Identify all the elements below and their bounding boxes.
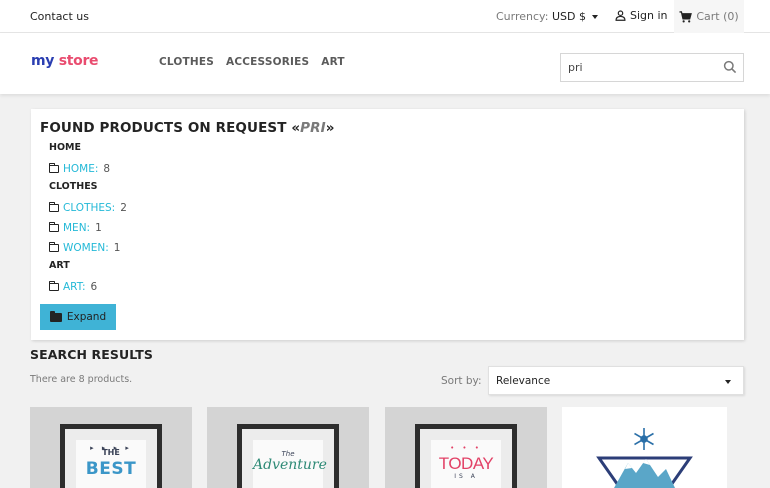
sort-value: Relevance [496,375,551,387]
main-nav: CLOTHES ACCESSORIES ART [159,56,345,68]
folder-icon [48,242,59,252]
top-bar: Contact us Currency: USD $ Sign in Cart … [0,0,770,33]
nav-item-accessories[interactable]: ACCESSORIES [226,56,309,68]
search-query: pri [568,61,583,74]
product-card[interactable]: ▸ ▸ ▸ ▸ THE BEST [30,407,192,488]
product-card[interactable]: • • • TODAY IS A [385,407,547,488]
category-group-art: ART [49,260,70,271]
poster-text-line2: IS A [454,473,478,480]
site-header: my store CLOTHES ACCESSORIES ART pri [0,33,770,94]
sort-select[interactable]: Relevance [488,366,744,395]
folder-icon [48,202,59,212]
poster-text-line2: BEST [85,459,137,479]
sort-by-label: Sort by: [441,375,482,387]
category-link[interactable]: ART: [63,279,86,295]
poster-art: The Adventure [253,440,327,488]
category-count: 6 [90,281,98,293]
category-count: 1 [95,222,102,234]
cart-label: Cart (0) [696,10,739,23]
currency-value: USD $ [551,10,586,23]
sign-in-link[interactable]: Sign in [615,9,668,22]
category-item[interactable]: ART: 6 [48,277,127,297]
caret-down-icon [592,15,599,19]
snowflake-icon [634,428,654,450]
contact-us-link[interactable]: Contact us [30,10,89,23]
category-link[interactable]: WOMEN: [63,240,109,256]
category-count: 1 [113,242,121,254]
product-card[interactable]: The Adventure [207,407,369,488]
category-link[interactable]: MEN: [63,220,90,236]
product-image[interactable]: The Adventure [237,424,339,488]
found-products-title: FOUND PRODUCTS ON REQUEST «PRI» [40,120,335,136]
category-item[interactable]: HOME: 8 [48,159,127,179]
mountain-snowflake-image[interactable] [562,407,727,488]
category-item[interactable]: CLOTHES: 2 [48,198,127,218]
currency-selector[interactable]: Currency: USD $ [496,10,599,23]
found-products-panel: FOUND PRODUCTS ON REQUEST «PRI» HOME HOM… [31,109,744,340]
category-item[interactable]: WOMEN: 1 [48,238,127,258]
logo-part-store: store [58,53,99,69]
folder-icon [49,310,62,322]
category-link[interactable]: HOME: [63,161,98,177]
frame-mat: • • • TODAY IS A [420,429,512,488]
search-icon[interactable] [723,60,737,74]
category-item[interactable]: MEN: 1 [48,218,127,238]
sign-in-label: Sign in [630,9,668,22]
caret-down-icon [725,380,731,384]
category-group-clothes: CLOTHES [49,181,98,192]
expand-label: Expand [66,311,107,323]
poster-text-line1: TODAY [438,454,494,473]
folder-icon [48,281,59,291]
product-image[interactable]: ▸ ▸ ▸ ▸ THE BEST [60,424,162,488]
user-icon [615,10,626,21]
product-card[interactable] [562,407,727,488]
category-link[interactable]: CLOTHES: [63,200,115,216]
search-input[interactable]: pri [560,53,744,82]
results-count: There are 8 products. [30,374,133,385]
poster-art: • • • TODAY IS A [431,440,501,488]
poster-art: ▸ ▸ ▸ ▸ THE BEST [76,440,146,488]
search-results-title: SEARCH RESULTS [30,347,153,362]
folder-icon [48,163,59,173]
nav-item-art[interactable]: ART [321,56,345,68]
store-logo[interactable]: my store [31,53,99,69]
folder-icon [48,222,59,232]
title-suffix: » [325,120,335,136]
expand-button[interactable]: Expand [40,304,116,330]
logo-part-my: my [31,53,55,69]
product-image[interactable]: • • • TODAY IS A [415,424,517,488]
cart-button[interactable]: Cart (0) [674,0,744,33]
category-count: 8 [103,163,111,175]
decorative-dots: • • • [450,444,482,452]
poster-text-line1: THE [102,448,120,457]
category-group-home: HOME [49,142,81,153]
poster-text-line2: Adventure [253,457,327,473]
currency-label: Currency: [496,10,549,23]
nav-item-clothes[interactable]: CLOTHES [159,56,214,68]
category-tree: HOME HOME: 8 CLOTHES CLOTHES: 2 MEN: 1 W… [48,140,127,297]
title-prefix: FOUND PRODUCTS ON REQUEST « [40,120,301,136]
frame-mat: The Adventure [242,429,334,488]
search-term: PRI [300,120,326,136]
category-count: 2 [120,202,127,214]
shopping-cart-icon [679,10,693,22]
frame-mat: ▸ ▸ ▸ ▸ THE BEST [65,429,157,488]
